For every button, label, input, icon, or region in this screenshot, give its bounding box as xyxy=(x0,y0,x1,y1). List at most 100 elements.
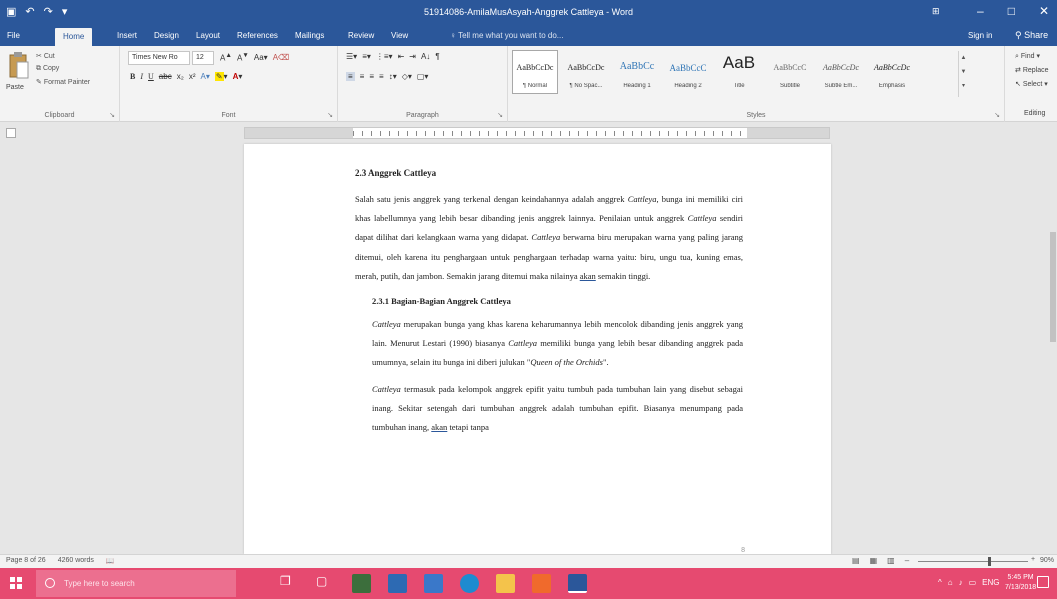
highlight-icon[interactable]: ✎▾ xyxy=(214,72,228,81)
numbering-icon[interactable]: ≡▾ xyxy=(362,52,371,61)
document-page[interactable]: 2.3 Anggrek Cattleya Salah satu jenis an… xyxy=(244,144,831,554)
style-emphasis[interactable]: AaBbCcDc Emphasis xyxy=(869,50,915,94)
zoom-in-icon[interactable]: + xyxy=(1031,556,1035,563)
shrink-font-icon[interactable]: A▼ xyxy=(237,52,249,63)
multilevel-list-icon[interactable]: ⋮≡▾ xyxy=(376,52,393,61)
shading-icon[interactable]: ◇▾ xyxy=(402,72,412,81)
cut-button[interactable]: ✂ Cut xyxy=(36,52,55,60)
windows-start-icon[interactable] xyxy=(10,577,22,589)
page-count[interactable]: Page 8 of 26 xyxy=(6,557,46,565)
task-view-icon[interactable]: ❐ xyxy=(280,574,299,593)
tab-file[interactable]: File xyxy=(7,31,20,40)
text-effects-icon[interactable]: A▾ xyxy=(200,72,209,81)
maximize-button[interactable]: □ xyxy=(1008,4,1015,18)
font-name-box[interactable]: Times New Ro xyxy=(128,51,190,65)
word-count[interactable]: 4260 words xyxy=(58,557,94,565)
sort-icon[interactable]: A↓ xyxy=(421,52,430,61)
tab-mailings[interactable]: Mailings xyxy=(295,31,324,40)
proofing-icon[interactable]: 📖 xyxy=(106,557,115,565)
sign-in-link[interactable]: Sign in xyxy=(968,31,992,40)
print-layout-icon[interactable]: ▦ xyxy=(870,556,878,565)
find-button[interactable]: ⌕ Find ▾ xyxy=(1015,52,1040,61)
vertical-scrollbar[interactable] xyxy=(1049,144,1057,554)
clipboard-launcher-icon[interactable]: ↘ xyxy=(109,111,115,119)
style-no-spacing[interactable]: AaBbCcDc ¶ No Spac... xyxy=(563,50,609,94)
tab-layout[interactable]: Layout xyxy=(196,31,220,40)
tab-insert[interactable]: Insert xyxy=(117,31,137,40)
tab-design[interactable]: Design xyxy=(154,31,179,40)
borders-icon[interactable]: ▢▾ xyxy=(417,72,429,81)
grow-font-icon[interactable]: A▲ xyxy=(220,52,232,63)
show-marks-icon[interactable]: ¶ xyxy=(435,52,439,61)
document-body[interactable]: 2.3 Anggrek Cattleya Salah satu jenis an… xyxy=(355,168,743,437)
zoom-slider-thumb[interactable] xyxy=(988,557,991,566)
decrease-indent-icon[interactable]: ⇤ xyxy=(398,52,405,61)
line-spacing-icon[interactable]: ↕▾ xyxy=(389,72,397,81)
photos-icon[interactable] xyxy=(424,574,443,593)
bullets-icon[interactable]: ☰▾ xyxy=(346,52,357,61)
zoom-slider[interactable] xyxy=(918,561,1028,562)
zoom-level[interactable]: 90% xyxy=(1040,557,1054,564)
scrollbar-thumb[interactable] xyxy=(1050,232,1056,342)
battery-icon[interactable]: ▭ xyxy=(969,578,977,587)
font-launcher-icon[interactable]: ↘ xyxy=(327,111,333,119)
paragraph-launcher-icon[interactable]: ↘ xyxy=(497,111,503,119)
tell-me-box[interactable]: ♀ Tell me what you want to do... xyxy=(450,31,563,40)
taskbar-search[interactable]: Type here to search xyxy=(36,570,236,597)
align-center-icon[interactable]: ≡ xyxy=(360,72,365,81)
styles-launcher-icon[interactable]: ↘ xyxy=(994,111,1000,119)
network-icon[interactable]: ⌂ xyxy=(948,578,953,587)
clock[interactable]: 5:45 PM 7/13/2018 xyxy=(1005,573,1036,593)
language-icon[interactable]: ENG xyxy=(982,578,999,587)
styles-scroll[interactable]: ▲ ▼ ▾ xyxy=(958,51,968,97)
share-button[interactable]: ⚲ Share xyxy=(1015,30,1048,41)
edge-icon[interactable] xyxy=(460,574,479,593)
style-heading-1[interactable]: AaBbCc Heading 1 xyxy=(614,50,660,94)
subscript-icon[interactable]: x₂ xyxy=(177,72,184,81)
word-taskbar-icon[interactable] xyxy=(568,574,587,593)
format-painter-button[interactable]: ✎ Format Painter xyxy=(36,78,90,86)
tab-home[interactable]: Home xyxy=(55,28,93,46)
style-subtitle[interactable]: AaBbCcC Subtitle xyxy=(767,50,813,94)
chevron-up-icon[interactable]: ▲ xyxy=(959,51,968,65)
tab-references[interactable]: References xyxy=(237,31,278,40)
more-styles-icon[interactable]: ▾ xyxy=(959,79,968,93)
style-heading-2[interactable]: AaBbCcC Heading 2 xyxy=(665,50,711,94)
copy-button[interactable]: ⧉ Copy xyxy=(36,65,59,73)
read-mode-icon[interactable]: ▤ xyxy=(852,556,860,565)
notifications-icon[interactable] xyxy=(1037,576,1049,588)
chevron-up-tray-icon[interactable]: ^ xyxy=(938,578,942,587)
strikethrough-icon[interactable]: abc xyxy=(159,72,172,81)
italic-icon[interactable]: I xyxy=(140,72,143,81)
store-icon[interactable] xyxy=(532,574,551,593)
mail-icon[interactable] xyxy=(388,574,407,593)
chevron-down-icon[interactable]: ▼ xyxy=(959,65,968,79)
volume-icon[interactable]: ♪ xyxy=(959,578,963,587)
font-size-box[interactable]: 12 xyxy=(192,51,214,65)
font-color-icon[interactable]: A▾ xyxy=(233,72,243,81)
zoom-out-icon[interactable]: – xyxy=(905,556,909,565)
justify-icon[interactable]: ≡ xyxy=(379,72,384,81)
superscript-icon[interactable]: x² xyxy=(189,72,196,81)
style-subtle-emphasis[interactable]: AaBbCcDc Subtle Em... xyxy=(818,50,864,94)
increase-indent-icon[interactable]: ⇥ xyxy=(409,52,416,61)
paste-icon[interactable] xyxy=(8,51,30,81)
minimize-button[interactable]: – xyxy=(977,4,984,18)
underline-icon[interactable]: U xyxy=(148,72,154,81)
tab-review[interactable]: Review xyxy=(348,31,374,40)
tab-selector[interactable] xyxy=(6,128,16,138)
bold-icon[interactable]: B xyxy=(130,72,135,81)
web-layout-icon[interactable]: ▥ xyxy=(887,556,895,565)
task-view-icon-2[interactable]: ▢ xyxy=(316,574,335,593)
paste-button[interactable]: Paste xyxy=(6,84,24,91)
style-normal[interactable]: AaBbCcDc ¶ Normal xyxy=(512,50,558,94)
ribbon-display-options-icon[interactable]: ⊞ xyxy=(932,6,940,17)
file-explorer-icon[interactable] xyxy=(496,574,515,593)
align-left-icon[interactable]: ≡ xyxy=(346,72,355,81)
tab-view[interactable]: View xyxy=(391,31,408,40)
align-right-icon[interactable]: ≡ xyxy=(369,72,374,81)
excel-icon[interactable] xyxy=(352,574,371,593)
clear-formatting-icon[interactable]: A⌫ xyxy=(273,53,290,62)
replace-button[interactable]: ⇄ Replace xyxy=(1015,66,1049,74)
horizontal-ruler[interactable] xyxy=(244,127,830,139)
